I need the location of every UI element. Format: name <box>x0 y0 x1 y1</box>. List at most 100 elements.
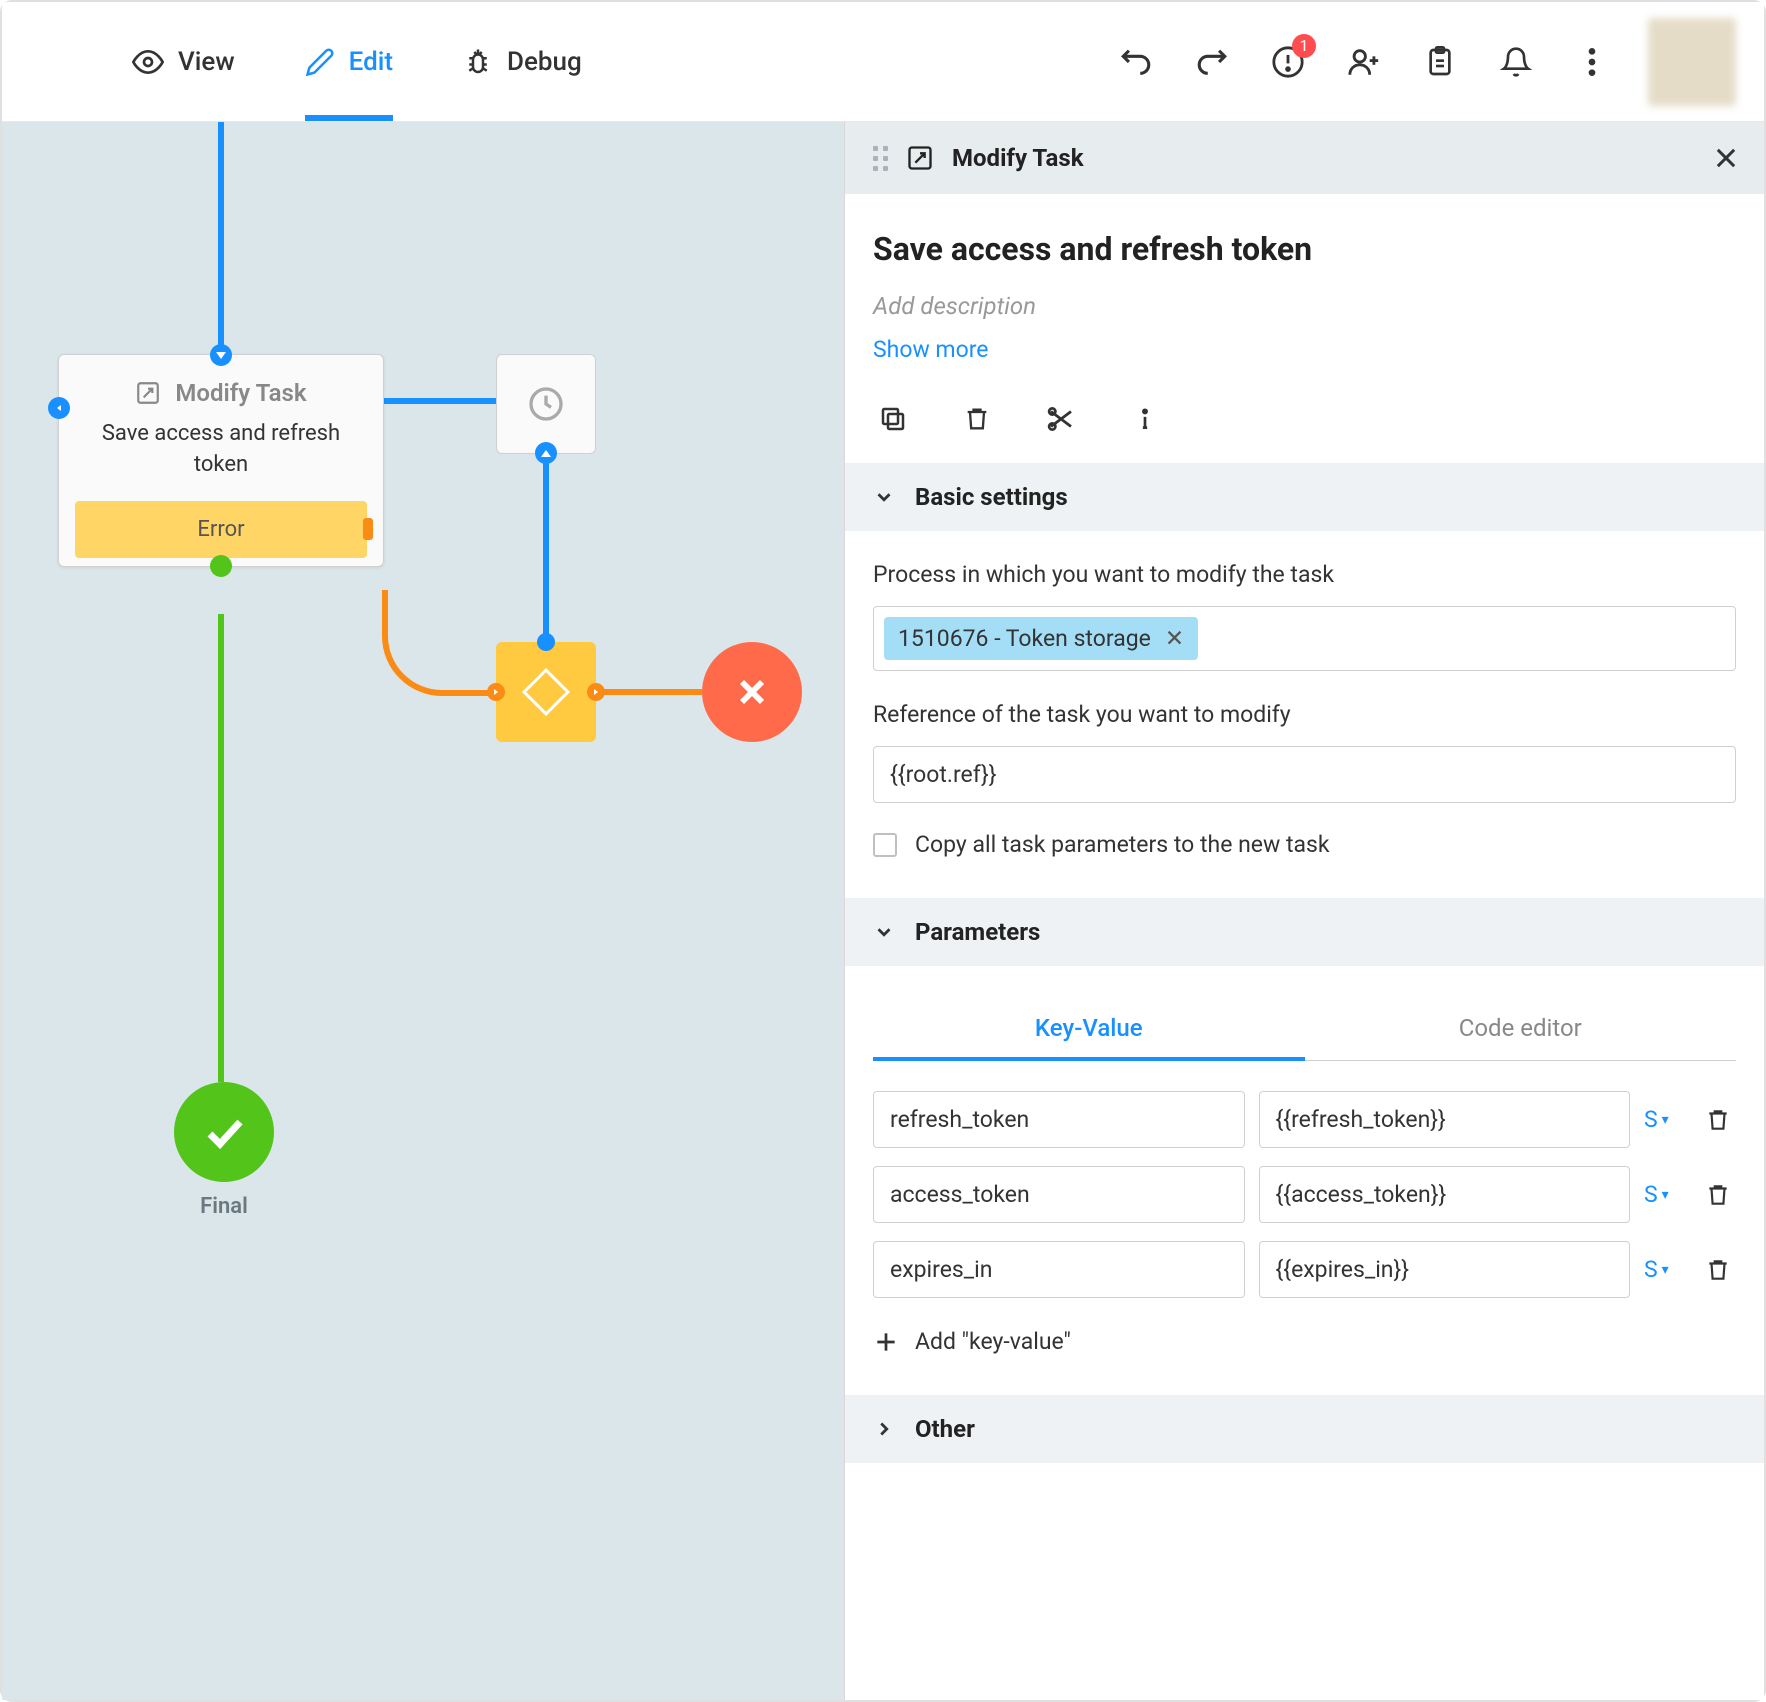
undo-button[interactable] <box>1116 42 1156 82</box>
toolbar-actions: 1 <box>1116 18 1736 106</box>
tab-code-editor[interactable]: Code editor <box>1305 996 1737 1060</box>
node-condition[interactable] <box>496 642 596 742</box>
kv-row: S▾ <box>873 1241 1736 1298</box>
connector <box>218 122 224 354</box>
kv-value-input[interactable] <box>1259 1166 1631 1223</box>
kv-type-select[interactable]: S▾ <box>1644 1181 1686 1208</box>
cut-button[interactable] <box>1041 399 1081 439</box>
section-basic-header[interactable]: Basic settings <box>845 463 1764 531</box>
connector <box>596 689 702 695</box>
connector <box>384 398 496 404</box>
clock-icon <box>526 384 566 424</box>
tab-edit[interactable]: Edit <box>305 2 393 121</box>
process-chip: 1510676 - Token storage ✕ <box>884 617 1198 660</box>
port-in[interactable] <box>537 633 555 651</box>
kv-type-select[interactable]: S▾ <box>1644 1256 1686 1283</box>
bell-button[interactable] <box>1496 42 1536 82</box>
kv-row: S▾ <box>873 1091 1736 1148</box>
modify-task-icon <box>135 380 161 406</box>
kv-key-input[interactable] <box>873 1166 1245 1223</box>
close-button[interactable] <box>1712 144 1740 172</box>
ref-label: Reference of the task you want to modify <box>873 701 1736 728</box>
copy-checkbox-row[interactable]: Copy all task parameters to the new task <box>873 831 1736 858</box>
delete-button[interactable] <box>957 399 997 439</box>
tab-view-label: View <box>178 47 235 77</box>
user-avatar[interactable] <box>1648 18 1736 106</box>
port-out[interactable] <box>535 442 557 464</box>
tab-debug[interactable]: Debug <box>463 2 582 121</box>
workflow-canvas[interactable]: Modify Task Save access and refresh toke… <box>2 122 844 1700</box>
info-button[interactable] <box>1125 399 1165 439</box>
param-tabs: Key-Value Code editor <box>873 996 1736 1061</box>
section-parameters-header[interactable]: Parameters <box>845 898 1764 966</box>
drag-handle-icon[interactable] <box>873 146 888 171</box>
details-panel: Modify Task Save access and refresh toke… <box>844 122 1764 1700</box>
kv-delete-button[interactable] <box>1700 1252 1736 1288</box>
add-kv-label: Add "key-value" <box>915 1328 1071 1355</box>
redo-button[interactable] <box>1192 42 1232 82</box>
kv-delete-button[interactable] <box>1700 1102 1736 1138</box>
eye-icon <box>132 46 164 78</box>
pencil-icon <box>305 47 335 77</box>
chip-remove-icon[interactable]: ✕ <box>1165 625 1184 652</box>
panel-title: Save access and refresh token <box>873 230 1736 268</box>
show-more-link[interactable]: Show more <box>873 336 1736 363</box>
port-right[interactable] <box>587 683 605 701</box>
node-error-end[interactable] <box>702 642 802 742</box>
main-area: Modify Task Save access and refresh toke… <box>2 122 1764 1700</box>
tab-debug-label: Debug <box>507 47 582 77</box>
x-icon <box>732 672 772 712</box>
node-modify-task[interactable]: Modify Task Save access and refresh toke… <box>58 354 384 567</box>
add-user-button[interactable] <box>1344 42 1384 82</box>
port-out[interactable] <box>210 555 232 577</box>
process-input[interactable]: 1510676 - Token storage ✕ <box>873 606 1736 671</box>
ref-input[interactable] <box>873 746 1736 803</box>
connector <box>382 590 496 696</box>
port-in[interactable] <box>210 344 232 366</box>
chevron-down-icon <box>873 486 895 508</box>
kv-delete-button[interactable] <box>1700 1177 1736 1213</box>
section-other-title: Other <box>915 1415 975 1443</box>
panel-action-row <box>873 399 1736 439</box>
node-delay[interactable] <box>496 354 596 454</box>
copy-checkbox[interactable] <box>873 833 897 857</box>
chevron-right-icon <box>873 1418 895 1440</box>
tab-view[interactable]: View <box>132 2 235 121</box>
panel-header-title: Modify Task <box>952 144 1084 172</box>
kv-value-input[interactable] <box>1259 1091 1631 1148</box>
chevron-down-icon <box>873 921 895 943</box>
node-error-bar[interactable]: Error <box>75 501 367 558</box>
connector <box>543 454 549 642</box>
notification-badge: 1 <box>1292 34 1316 58</box>
kv-key-input[interactable] <box>873 1241 1245 1298</box>
node-type-label: Modify Task <box>175 379 306 407</box>
alert-button[interactable]: 1 <box>1268 42 1308 82</box>
section-parameters-body: Key-Value Code editor S▾ S▾ S▾ <box>845 966 1764 1395</box>
add-kv-button[interactable]: Add "key-value" <box>873 1328 1736 1355</box>
node-final[interactable] <box>174 1082 274 1182</box>
port-side[interactable] <box>48 397 70 419</box>
section-basic-body: Process in which you want to modify the … <box>845 531 1764 898</box>
clipboard-button[interactable] <box>1420 42 1460 82</box>
modify-task-icon <box>906 144 934 172</box>
section-other-header[interactable]: Other <box>845 1395 1764 1463</box>
section-basic-title: Basic settings <box>915 483 1068 511</box>
diamond-icon <box>522 668 570 716</box>
kv-key-input[interactable] <box>873 1091 1245 1148</box>
kv-type-select[interactable]: S▾ <box>1644 1106 1686 1133</box>
panel-summary: Save access and refresh token Add descri… <box>845 194 1764 463</box>
port-left[interactable] <box>487 683 505 701</box>
copy-button[interactable] <box>873 399 913 439</box>
kv-value-input[interactable] <box>1259 1241 1631 1298</box>
copy-checkbox-label: Copy all task parameters to the new task <box>915 831 1330 858</box>
node-title: Save access and refresh token <box>67 419 375 481</box>
connector <box>218 614 224 1082</box>
check-icon <box>200 1108 248 1156</box>
more-menu-button[interactable] <box>1572 42 1612 82</box>
plus-icon <box>873 1329 899 1355</box>
description-placeholder[interactable]: Add description <box>873 292 1736 320</box>
toolbar-tabs: View Edit Debug <box>132 2 582 121</box>
tab-edit-label: Edit <box>349 47 393 77</box>
tab-key-value[interactable]: Key-Value <box>873 996 1305 1060</box>
panel-header: Modify Task <box>845 122 1764 194</box>
